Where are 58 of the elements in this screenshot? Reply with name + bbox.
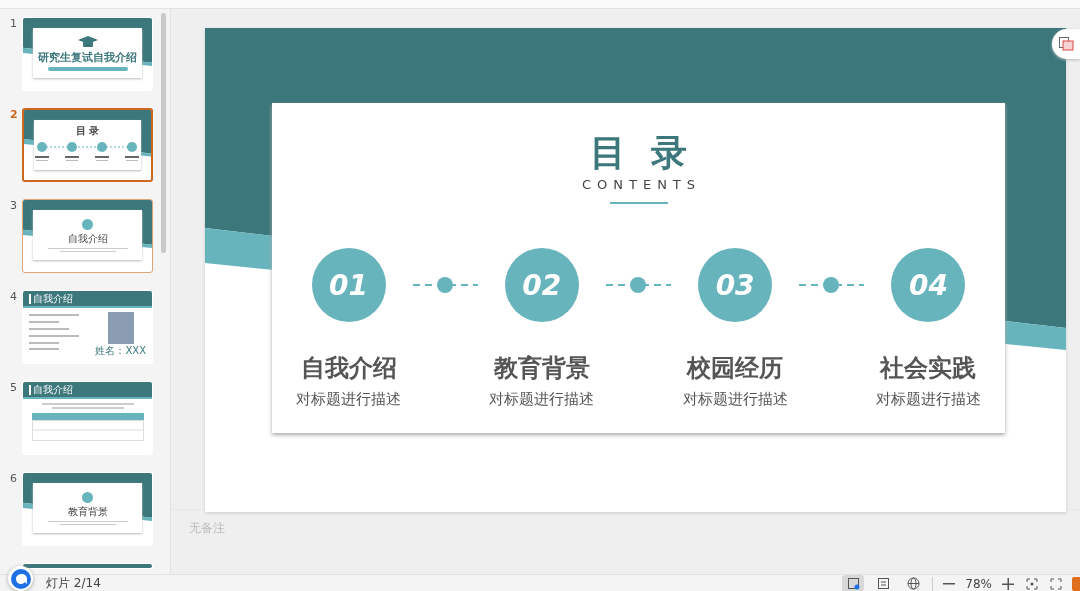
slide-number: 1 <box>9 17 18 30</box>
slide-title: 自我介绍 <box>29 293 73 304</box>
scrollbar[interactable] <box>161 13 166 253</box>
normal-view-icon <box>846 577 860 590</box>
dotted-connector <box>799 277 865 293</box>
item-heading: 社会实践 <box>880 353 977 384</box>
zoom-level: 78% <box>965 576 992 591</box>
slide-title: 目 录 <box>75 124 100 138</box>
slide-title: 自我介绍 <box>67 231 108 246</box>
graduation-cap-icon <box>77 35 98 48</box>
fit-window-icon <box>1026 577 1038 590</box>
item-description: 对标题进行描述 <box>682 390 788 409</box>
slide-title: 自我介绍 <box>29 384 73 395</box>
notes-view-icon <box>876 577 890 590</box>
number-badge: 01 <box>311 248 386 322</box>
globe-icon <box>906 577 920 590</box>
slide-thumbnail[interactable]: 目 录 <box>22 108 153 182</box>
item-heading: 教育背景 <box>493 353 590 384</box>
zoom-in-button[interactable] <box>1000 575 1016 591</box>
fit-button[interactable] <box>1024 575 1040 591</box>
number-badge-icon <box>82 218 93 230</box>
slide-number: 5 <box>9 381 18 394</box>
plus-icon <box>1002 577 1014 590</box>
slide-thumbnail[interactable]: 自我介绍 <box>22 381 153 455</box>
slide-thumbnail[interactable]: 研究生复试自我介绍 <box>22 17 153 91</box>
slide-thumbnail[interactable]: 自我介绍 姓名：XXX <box>22 290 153 364</box>
convert-icon <box>1058 36 1074 52</box>
minus-icon <box>943 582 956 585</box>
item-description: 对标题进行描述 <box>296 390 401 409</box>
item-description: 对标题进行描述 <box>489 390 595 409</box>
slide-thumbnail[interactable]: 自我介绍 <box>22 199 153 273</box>
play-button[interactable] <box>1072 576 1080 591</box>
convert-button[interactable] <box>1052 29 1080 59</box>
fullscreen-icon <box>1050 577 1062 590</box>
number-badge: 02 <box>504 248 579 322</box>
photo-placeholder <box>107 312 134 344</box>
item-description: 对标题进行描述 <box>875 390 981 409</box>
item-heading: 自我介绍 <box>300 353 397 384</box>
slide-title: 目 录 <box>589 131 688 175</box>
slide-thumbnail[interactable] <box>22 563 153 569</box>
slide-title: 教育背景 <box>67 504 108 519</box>
slide-title: 研究生复试自我介绍 <box>38 49 137 65</box>
dotted-connector <box>605 277 671 293</box>
slide-counter: 灯片 2/14 <box>46 575 101 591</box>
view-button[interactable] <box>842 575 865 591</box>
number-badge-icon <box>82 491 93 503</box>
slide-number: 2 <box>9 108 19 121</box>
slide-subtitle: CONTENTS <box>580 177 702 192</box>
slide-number: 6 <box>9 472 18 485</box>
dotted-connector <box>412 277 478 293</box>
chat-bubble-icon <box>9 567 32 590</box>
slide-number: 4 <box>9 290 18 303</box>
number-badge: 03 <box>698 248 773 322</box>
number-badge: 04 <box>891 248 966 322</box>
name-caption: 姓名：XXX <box>95 345 146 356</box>
slide-thumbnail[interactable]: 教育背景 <box>22 472 153 546</box>
item-heading: 校园经历 <box>687 353 784 384</box>
slide-number: 3 <box>9 199 18 212</box>
